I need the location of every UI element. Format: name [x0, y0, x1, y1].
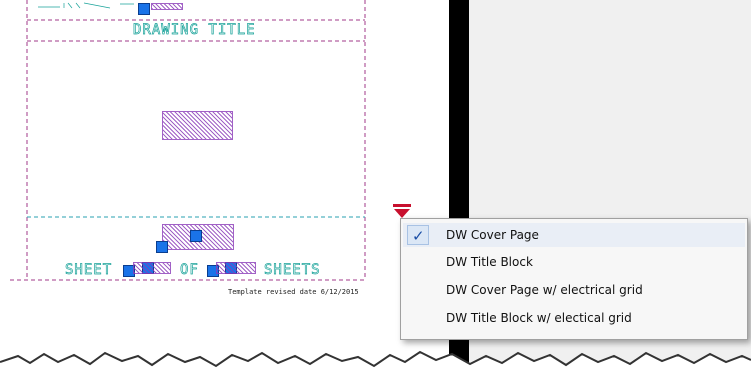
menu-item-dw-cover-page[interactable]: ✓ DW Cover Page	[403, 223, 745, 247]
top-partial-text	[38, 2, 134, 9]
template-date-note: Template revised date 6/12/2015	[228, 288, 359, 296]
menu-item-check: ✓	[407, 225, 429, 245]
drawing-canvas	[10, 0, 366, 281]
torn-edge	[0, 350, 751, 389]
sheets-label: SHEETS	[264, 262, 321, 279]
menu-item-dw-cover-page-electrical-grid[interactable]: DW Cover Page w/ electrical grid	[403, 278, 745, 302]
drawing-title-text: DRAWING TITLE	[133, 22, 256, 39]
viewport: DRAWING TITLE SHEET OF SHEETS Template r…	[0, 0, 751, 389]
hatch-attribute-sheet-current	[133, 262, 171, 274]
visibility-state-dropdown-icon[interactable]	[391, 203, 413, 219]
menu-item-dw-title-block[interactable]: DW Title Block	[403, 250, 745, 274]
menu-item-label: DW Cover Page w/ electrical grid	[446, 283, 643, 297]
hatch-attribute-sheet-total	[216, 262, 256, 274]
grip-handle-sheet-2[interactable]	[156, 241, 168, 253]
menu-item-label: DW Cover Page	[446, 228, 539, 242]
visibility-state-menu: ✓ DW Cover Page DW Title Block DW Cover …	[400, 218, 748, 340]
grip-handle-top[interactable]	[138, 3, 150, 15]
check-icon: ✓	[412, 227, 425, 245]
hatch-attribute-center	[162, 111, 233, 140]
hatch-attribute-top	[151, 3, 183, 10]
drawing-sheet: DRAWING TITLE SHEET OF SHEETS Template r…	[0, 0, 449, 389]
menu-item-dw-title-block-electical-grid[interactable]: DW Title Block w/ electical grid	[403, 306, 745, 330]
sheet-label: SHEET	[65, 262, 113, 279]
menu-item-label: DW Title Block w/ electical grid	[446, 311, 632, 325]
of-label: OF	[180, 262, 199, 279]
grip-handle-sheet-1[interactable]	[190, 230, 202, 242]
menu-item-label: DW Title Block	[446, 255, 533, 269]
